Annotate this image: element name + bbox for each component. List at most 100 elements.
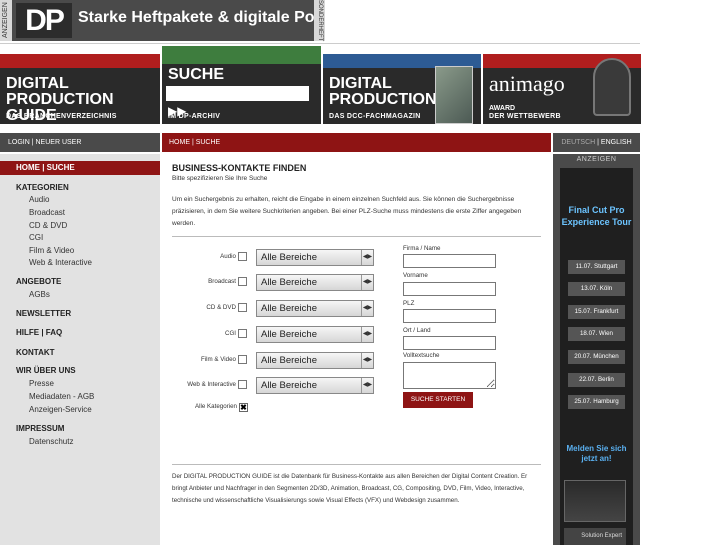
ad-city-date: 13.07. Köln (568, 282, 625, 296)
sidebar-item-film-video[interactable]: Film & Video (29, 246, 74, 255)
category-select-broadcast[interactable]: Alle Bereiche ◀▶ (256, 274, 374, 291)
right-ad[interactable]: ANZEIGEN Final Cut Pro Experience Tour 1… (553, 154, 640, 545)
ad-city-date: 25.07. Hamburg (568, 395, 625, 409)
category-label-film-video: Film & Video (201, 356, 236, 363)
language-switch: DEUTSCH | ENGLISH (553, 133, 640, 152)
search-start-button[interactable]: SUCHE STARTEN (403, 392, 473, 408)
tile-title-line2: PRODUCTION (329, 91, 437, 108)
category-label-cd-dvd: CD & DVD (206, 304, 236, 311)
sidebar-home[interactable]: HOME | SUCHE (0, 161, 160, 175)
sidebar-item-mediadaten[interactable]: Mediadaten - AGB (29, 392, 94, 401)
ad-side-label-right: SONDERHEFT (314, 0, 325, 41)
fulltext-textarea[interactable] (403, 362, 496, 389)
category-checkbox-cd-dvd[interactable] (238, 303, 247, 312)
category-label-broadcast: Broadcast (208, 278, 236, 285)
magazine-cover-image (435, 66, 473, 124)
category-checkbox-web-interactive[interactable] (238, 380, 247, 389)
tile-production-guide[interactable]: DIGITAL PRODUCTION GUIDE DAS BRANCHENVER… (0, 54, 160, 124)
category-label-web-interactive: Web & Interactive (187, 381, 236, 388)
category-label-audio: Audio (220, 253, 236, 260)
sidebar-item-audio[interactable]: Audio (29, 195, 49, 204)
sidebar-item-cgi[interactable]: CGI (29, 233, 43, 242)
all-categories-checkbox[interactable]: ✖ (239, 403, 248, 412)
sidebar-heading-angebote[interactable]: ANGEBOTE (16, 277, 61, 286)
ad-slogan: Starke Heftpakete & digitale Power (78, 9, 343, 26)
sidebar: HOME | SUCHE KATEGORIEN Audio Broadcast … (0, 154, 160, 545)
page-title: BUSINESS-KONTAKTE FINDEN (172, 163, 307, 173)
login-bar[interactable]: LOGIN | NEUER USER (0, 133, 160, 152)
field-label-ort: Ort / Land (403, 327, 431, 334)
sidebar-item-broadcast[interactable]: Broadcast (29, 208, 65, 217)
category-select-web-interactive[interactable]: Alle Bereiche ◀▶ (256, 377, 374, 394)
sidebar-heading-newsletter[interactable]: NEWSLETTER (16, 309, 71, 318)
lang-de-link[interactable]: DEUTSCH (561, 139, 595, 146)
ad-creative[interactable]: Final Cut Pro Experience Tour 11.07. Stu… (560, 168, 633, 545)
category-select-cgi[interactable]: Alle Bereiche ◀▶ (256, 326, 374, 343)
sidebar-heading-kategorien[interactable]: KATEGORIEN (16, 183, 69, 192)
tile-title-line1: DIGITAL (329, 75, 392, 92)
page-subtitle: Bitte spezifizieren Sie Ihre Suche (172, 175, 268, 182)
ad-cta: Melden Sie sich jetzt an! (566, 444, 627, 463)
tile-animago[interactable]: animago AWARD DER WETTBEWERB (483, 54, 641, 124)
dropdown-arrow-icon: ◀▶ (361, 327, 373, 342)
lang-en-link[interactable]: ENGLISH (601, 139, 632, 146)
ad-city-date: 22.07. Berlin (568, 373, 625, 387)
ad-label: ANZEIGEN (576, 156, 617, 163)
category-select-cd-dvd[interactable]: Alle Bereiche ◀▶ (256, 300, 374, 317)
ad-headline: Final Cut Pro Experience Tour (561, 205, 632, 227)
sidebar-item-presse[interactable]: Presse (29, 379, 54, 388)
top-ad-banner[interactable]: ANZEIGEN DP Starke Heftpakete & digitale… (0, 0, 342, 41)
divider (0, 43, 640, 44)
tile-title: animago (489, 71, 565, 96)
sidebar-item-web-interactive[interactable]: Web & Interactive (29, 258, 92, 267)
dropdown-arrow-icon: ◀▶ (361, 275, 373, 290)
sidebar-heading-wir[interactable]: WIR ÜBER UNS (16, 366, 76, 375)
field-label-firma: Firma / Name (403, 245, 441, 252)
firma-input[interactable] (403, 254, 496, 268)
dropdown-arrow-icon: ◀▶ (361, 353, 373, 368)
all-categories-label: Alle Kategorien (195, 403, 237, 410)
category-label-cgi: CGI (224, 330, 236, 337)
sidebar-heading-kontakt[interactable]: KONTAKT (16, 348, 55, 357)
dropdown-arrow-icon: ◀▶ (361, 250, 373, 265)
category-checkbox-film-video[interactable] (238, 355, 247, 364)
about-text: Der DIGITAL PRODUCTION GUIDE ist die Dat… (172, 473, 528, 504)
field-label-volltext: Volltextsuche (403, 352, 440, 359)
divider (172, 464, 541, 465)
trophy-icon (593, 58, 631, 116)
dp-logo: DP (16, 3, 72, 38)
category-checkbox-cgi[interactable] (238, 329, 247, 338)
sidebar-heading-hilfe[interactable]: HILFE | FAQ (16, 328, 62, 337)
vorname-input[interactable] (403, 282, 496, 296)
category-select-audio[interactable]: Alle Bereiche ◀▶ (256, 249, 374, 266)
ort-input[interactable] (403, 336, 496, 350)
tile-subtitle: DER WETTBEWERB (489, 113, 561, 120)
field-label-vorname: Vorname (403, 272, 428, 279)
tile-search: SUCHE ▶▶ IM DP-ARCHIV (162, 46, 321, 124)
breadcrumb[interactable]: HOME | SUCHE (162, 133, 551, 152)
tile-subtitle: IM DP-ARCHIV (168, 113, 221, 120)
tile-magazine[interactable]: DIGITAL PRODUCTION DAS DCC-FACHMAGAZIN (323, 54, 481, 124)
tile-subtitle: DAS DCC-FACHMAGAZIN (329, 113, 421, 120)
sidebar-item-cd-dvd[interactable]: CD & DVD (29, 221, 67, 230)
sidebar-item-agbs[interactable]: AGBs (29, 290, 50, 299)
search-instructions: Um ein Suchergebnis zu erhalten, reicht … (172, 196, 522, 227)
category-checkbox-broadcast[interactable] (238, 277, 247, 286)
divider (172, 236, 541, 237)
category-select-film-video[interactable]: Alle Bereiche ◀▶ (256, 352, 374, 369)
tile-title: SUCHE (168, 66, 225, 83)
apple-logo-icon: Solution Expert (564, 528, 626, 545)
plz-input[interactable] (403, 309, 496, 323)
category-checkbox-audio[interactable] (238, 252, 247, 261)
archive-search-input[interactable] (166, 86, 309, 101)
ad-product-image (564, 480, 626, 522)
ad-city-date: 18.07. Wien (568, 327, 625, 341)
ad-city-date: 11.07. Stuttgart (568, 260, 625, 274)
sidebar-heading-impressum[interactable]: IMPRESSUM (16, 424, 64, 433)
field-label-plz: PLZ (403, 300, 415, 307)
dropdown-arrow-icon: ◀▶ (361, 378, 373, 393)
sidebar-item-datenschutz[interactable]: Datenschutz (29, 437, 73, 446)
tile-title-line1: DIGITAL (6, 75, 69, 92)
sidebar-item-anzeigen-service[interactable]: Anzeigen-Service (29, 405, 92, 414)
ad-side-label: ANZEIGEN (0, 0, 12, 41)
